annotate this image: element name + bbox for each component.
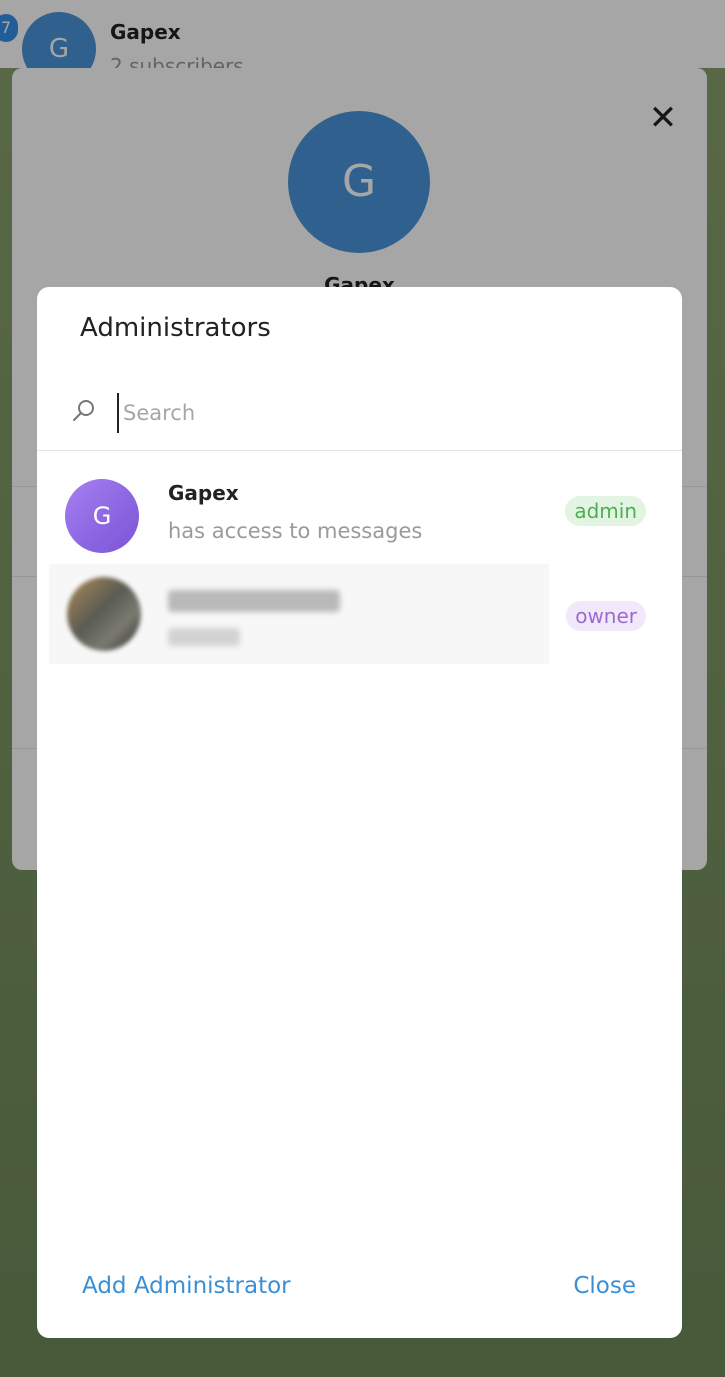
admin-status-redacted [168,628,240,646]
administrators-dialog: Administrators G Gapex has access to mes… [37,287,682,1338]
role-badge-admin: admin [565,496,646,526]
divider [37,450,682,451]
close-button[interactable]: Close [573,1273,636,1299]
role-badge-owner: owner [566,601,646,631]
admin-name-redacted [168,590,340,612]
avatar: G [65,479,139,553]
search-input[interactable] [117,393,645,433]
admin-name: Gapex [168,481,239,505]
admin-status: has access to messages [168,519,423,543]
admin-row-gapex[interactable]: G Gapex has access to messages admin [37,467,682,563]
avatar [67,577,141,651]
add-administrator-button[interactable]: Add Administrator [82,1273,291,1299]
dialog-title: Administrators [80,313,271,343]
search-icon [73,400,94,421]
